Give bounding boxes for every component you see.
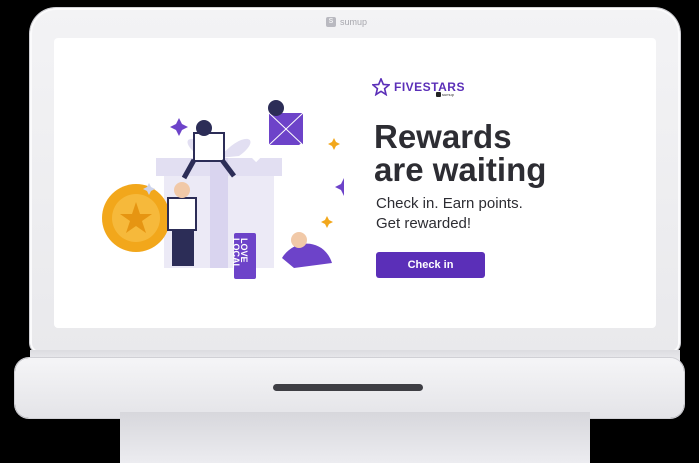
tablet-device: S sumup LOVE LOCAL FIVESTARS sumup Rewar… xyxy=(30,8,680,353)
person-sitting xyxy=(282,243,332,268)
sumup-sub-logo: sumup xyxy=(436,92,454,97)
gift-ribbon xyxy=(210,158,228,268)
tag-text-local: LOCAL xyxy=(231,238,241,269)
sparkle-icon xyxy=(328,138,340,150)
screen: LOVE LOCAL FIVESTARS sumup Rewards are w… xyxy=(54,38,656,328)
sumup-mini-icon xyxy=(436,92,441,97)
subtext-line-2: Get rewarded! xyxy=(376,215,472,232)
subtext-line-1: Check in. Earn points. xyxy=(376,195,523,212)
headline-line-2: are waiting xyxy=(374,151,547,188)
device-brand-text: sumup xyxy=(340,17,368,27)
headline: Rewards are waiting xyxy=(374,120,546,186)
sparkle-icon xyxy=(335,178,344,196)
device-stand xyxy=(120,412,590,463)
sumup-sub-text: sumup xyxy=(442,92,455,97)
device-base xyxy=(15,358,684,418)
headline-line-1: Rewards xyxy=(374,118,512,155)
device-brand-logo: S sumup xyxy=(326,16,367,28)
person-left-shirt xyxy=(167,197,197,231)
person-top-shirt xyxy=(193,132,225,162)
sparkle-icon xyxy=(170,118,188,136)
person-left-pants xyxy=(172,228,194,266)
sumup-logo-icon: S xyxy=(326,17,336,27)
subtext: Check in. Earn points. Get rewarded! xyxy=(376,194,523,234)
check-in-button[interactable]: Check in xyxy=(376,252,485,278)
fivestars-wordmark: FIVESTARS xyxy=(394,80,465,94)
rewards-illustration: LOVE LOCAL xyxy=(102,100,344,279)
fivestars-star-icon xyxy=(372,78,390,96)
card-slot[interactable] xyxy=(273,384,423,391)
sparkle-icon xyxy=(321,216,333,228)
